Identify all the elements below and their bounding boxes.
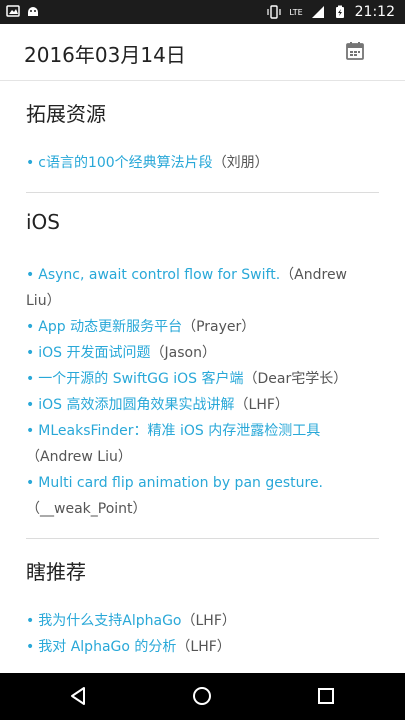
status-time: 21:12 bbox=[354, 4, 395, 20]
back-icon[interactable] bbox=[66, 684, 90, 708]
article-link[interactable]: 我对 AlphaGo 的分析 bbox=[38, 639, 176, 655]
article-author: （LHF） bbox=[176, 639, 231, 655]
article-link[interactable]: c语言的100个经典算法片段 bbox=[38, 155, 212, 171]
list-item: • 一个开源的 SwiftGG iOS 客户端（Dear宅学长） bbox=[26, 371, 348, 387]
list-item: • iOS 开发面试问题（Jason） bbox=[26, 345, 216, 361]
section-title: iOS bbox=[26, 210, 60, 234]
list-item: • App 动态更新服务平台（Prayer） bbox=[26, 319, 256, 335]
article-link[interactable]: 一个开源的 SwiftGG iOS 客户端 bbox=[38, 371, 243, 387]
article-link[interactable]: Async, await control flow for Swift. bbox=[38, 267, 280, 283]
article-content: 拓展资源 • c语言的100个经典算法片段（刘朋） iOS • Async, awa… bbox=[0, 81, 405, 673]
list-item: • iOS 高效添加圆角效果实战讲解（LHF） bbox=[26, 397, 289, 413]
section-title: 拓展资源 bbox=[26, 102, 106, 126]
signal-icon bbox=[311, 6, 324, 18]
navigation-bar bbox=[0, 673, 405, 720]
page-title: 2016年03月14日 bbox=[24, 43, 186, 67]
recents-icon[interactable] bbox=[314, 684, 338, 708]
article-link[interactable]: iOS 开发面试问题 bbox=[38, 345, 150, 361]
list-item: • c语言的100个经典算法片段（刘朋） bbox=[26, 155, 269, 171]
list-item: • 我为什么支持AlphaGo（LHF） bbox=[26, 613, 236, 629]
calendar-icon[interactable] bbox=[345, 41, 365, 61]
home-icon[interactable] bbox=[190, 684, 214, 708]
list-item: • Multi card flip animation by pan gestur… bbox=[26, 475, 324, 517]
section-title: 瞎推荐 bbox=[26, 560, 86, 584]
section-recommend: 瞎推荐 • 我为什么支持AlphaGo（LHF） • 我对 AlphaGo 的分析（… bbox=[26, 539, 379, 673]
article-author: （Prayer） bbox=[182, 319, 256, 335]
article-link[interactable]: iOS 高效添加圆角效果实战讲解 bbox=[38, 397, 234, 413]
article-author: （LHF） bbox=[181, 613, 236, 629]
article-author: （Dear宅学长） bbox=[243, 371, 348, 387]
article-link[interactable]: MLeaksFinder：精准 iOS 内存泄露检测工具 bbox=[38, 423, 320, 439]
article-author: （刘朋） bbox=[212, 155, 269, 171]
list-item: • Async, await control flow for Swift.（An… bbox=[26, 267, 348, 309]
article-link[interactable]: 我为什么支持AlphaGo bbox=[38, 613, 181, 629]
article-author: （__weak_Point） bbox=[26, 501, 147, 517]
network-type: LTE bbox=[289, 7, 303, 17]
article-link[interactable]: Multi card flip animation by pan gesture… bbox=[38, 475, 323, 491]
article-author: （Jason） bbox=[150, 345, 216, 361]
article-link[interactable]: App 动态更新服务平台 bbox=[38, 319, 182, 335]
list-item: • MLeaksFinder：精准 iOS 内存泄露检测工具（Andrew Liu… bbox=[26, 423, 321, 465]
app-bar: 2016年03月14日 bbox=[0, 24, 405, 81]
vibrate-icon bbox=[267, 5, 281, 19]
battery-charging-icon bbox=[335, 5, 344, 18]
list-item: • 我对 AlphaGo 的分析（LHF） bbox=[26, 639, 231, 655]
status-bar: LTE 21:12 bbox=[0, 0, 405, 24]
section-resources: 拓展资源 • c语言的100个经典算法片段（刘朋） bbox=[26, 81, 379, 192]
android-icon bbox=[28, 7, 38, 16]
article-author: （LHF） bbox=[234, 397, 289, 413]
notification-image-icon bbox=[6, 5, 20, 17]
section-ios: iOS • Async, await control flow for Swift… bbox=[26, 193, 379, 538]
article-author: （Andrew Liu） bbox=[26, 449, 132, 465]
